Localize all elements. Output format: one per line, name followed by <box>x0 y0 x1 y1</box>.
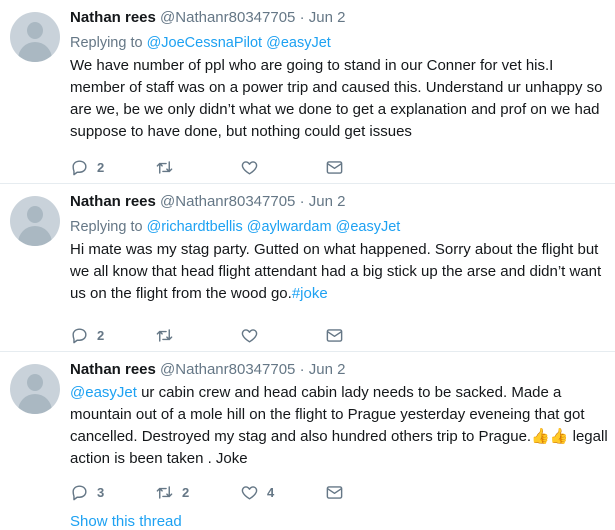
retweet-count: 2 <box>182 484 190 500</box>
mention-link[interactable]: @easyJet <box>266 35 331 51</box>
tweet-date[interactable]: Jun 2 <box>309 193 346 210</box>
tweet-content: Nathan rees @Nathanr80347705 · Jun 2 Rep… <box>70 192 610 305</box>
reply-icon <box>72 484 87 500</box>
like-icon <box>241 160 258 175</box>
author-name[interactable]: Nathan rees <box>70 9 156 26</box>
tweet-actions: 2 <box>70 157 410 177</box>
mention-link[interactable]: @easyJet <box>336 219 401 235</box>
replying-to: Replying to @richardtbellis @aylwardam @… <box>70 217 610 237</box>
avatar-head-shape <box>27 374 43 391</box>
author-handle[interactable]: @Nathanr80347705 <box>160 193 295 210</box>
reply-count: 3 <box>97 484 105 500</box>
tweet-date[interactable]: Jun 2 <box>309 361 346 378</box>
like-icon <box>241 328 258 343</box>
mention-link[interactable]: @aylwardam <box>247 219 332 235</box>
replying-to-prefix: Replying to <box>70 35 143 51</box>
tweet-text-main: ur cabin crew and head cabin lady needs … <box>70 384 585 445</box>
like-button[interactable] <box>240 326 325 345</box>
separator-dot: · <box>299 9 305 26</box>
tweet-actions: 2 <box>70 325 410 345</box>
author-name[interactable]: Nathan rees <box>70 361 156 378</box>
avatar[interactable] <box>10 196 60 246</box>
mention-link[interactable]: @richardtbellis <box>147 219 243 235</box>
tweet-header: Nathan rees @Nathanr80347705 · Jun 2 <box>70 360 610 380</box>
reply-count: 2 <box>97 159 105 175</box>
tweet-header: Nathan rees @Nathanr80347705 · Jun 2 <box>70 192 610 212</box>
thumbs-up-emoji-icon: 👍👍 <box>531 428 569 445</box>
reply-button[interactable]: 3 <box>70 483 155 502</box>
reply-count: 2 <box>97 327 105 343</box>
tweet-content: Nathan rees @Nathanr80347705 · Jun 2 Rep… <box>70 8 610 143</box>
avatar-body-shape <box>18 226 52 246</box>
reply-button[interactable]: 2 <box>70 158 155 177</box>
hashtag-link[interactable]: #joke <box>292 285 328 302</box>
tweet-date[interactable]: Jun 2 <box>309 9 346 26</box>
reply-icon <box>72 159 87 175</box>
dm-button[interactable] <box>325 158 410 177</box>
separator-dot: · <box>299 361 305 378</box>
like-button[interactable]: 4 <box>240 483 325 502</box>
retweet-button[interactable]: 2 <box>155 483 240 502</box>
reply-icon <box>72 327 87 343</box>
show-thread-link[interactable]: Show this thread <box>70 513 182 530</box>
avatar-head-shape <box>27 22 43 39</box>
dm-icon <box>326 160 343 174</box>
like-count: 4 <box>267 484 275 500</box>
dm-icon <box>326 328 343 342</box>
tweet-text: @easyJet ur cabin crew and head cabin la… <box>70 382 610 470</box>
avatar[interactable] <box>10 364 60 414</box>
tweet-feed: Nathan rees @Nathanr80347705 · Jun 2 Rep… <box>0 0 615 530</box>
mention-link[interactable]: @JoeCessnaPilot <box>147 35 262 51</box>
retweet-button[interactable] <box>155 158 240 177</box>
like-icon <box>241 485 258 500</box>
retweet-icon <box>156 485 173 499</box>
replying-to: Replying to @JoeCessnaPilot @easyJet <box>70 33 610 53</box>
like-button[interactable] <box>240 158 325 177</box>
tweet[interactable]: Nathan rees @Nathanr80347705 · Jun 2 @ea… <box>0 352 615 530</box>
retweet-icon <box>156 160 173 174</box>
dm-button[interactable] <box>325 326 410 345</box>
dm-icon <box>326 485 343 499</box>
retweet-button[interactable] <box>155 326 240 345</box>
mention-link[interactable]: @easyJet <box>70 384 137 401</box>
avatar-body-shape <box>18 42 52 62</box>
reply-button[interactable]: 2 <box>70 326 155 345</box>
retweet-icon <box>156 328 173 342</box>
dm-button[interactable] <box>325 483 410 502</box>
tweet-header: Nathan rees @Nathanr80347705 · Jun 2 <box>70 8 610 28</box>
avatar[interactable] <box>10 12 60 62</box>
tweet[interactable]: Nathan rees @Nathanr80347705 · Jun 2 Rep… <box>0 0 615 184</box>
tweet-actions: 3 2 4 <box>70 482 410 502</box>
author-handle[interactable]: @Nathanr80347705 <box>160 361 295 378</box>
tweet-text: Hi mate was my stag party. Gutted on wha… <box>70 239 610 305</box>
tweet-text: We have number of ppl who are going to s… <box>70 57 603 140</box>
replying-to-prefix: Replying to <box>70 219 143 235</box>
author-name[interactable]: Nathan rees <box>70 193 156 210</box>
separator-dot: · <box>299 193 305 210</box>
tweet-text-main: Hi mate was my stag party. Gutted on wha… <box>70 241 602 302</box>
tweet[interactable]: Nathan rees @Nathanr80347705 · Jun 2 Rep… <box>0 184 615 352</box>
tweet-content: Nathan rees @Nathanr80347705 · Jun 2 @ea… <box>70 360 610 470</box>
avatar-body-shape <box>18 394 52 414</box>
avatar-head-shape <box>27 206 43 223</box>
author-handle[interactable]: @Nathanr80347705 <box>160 9 295 26</box>
